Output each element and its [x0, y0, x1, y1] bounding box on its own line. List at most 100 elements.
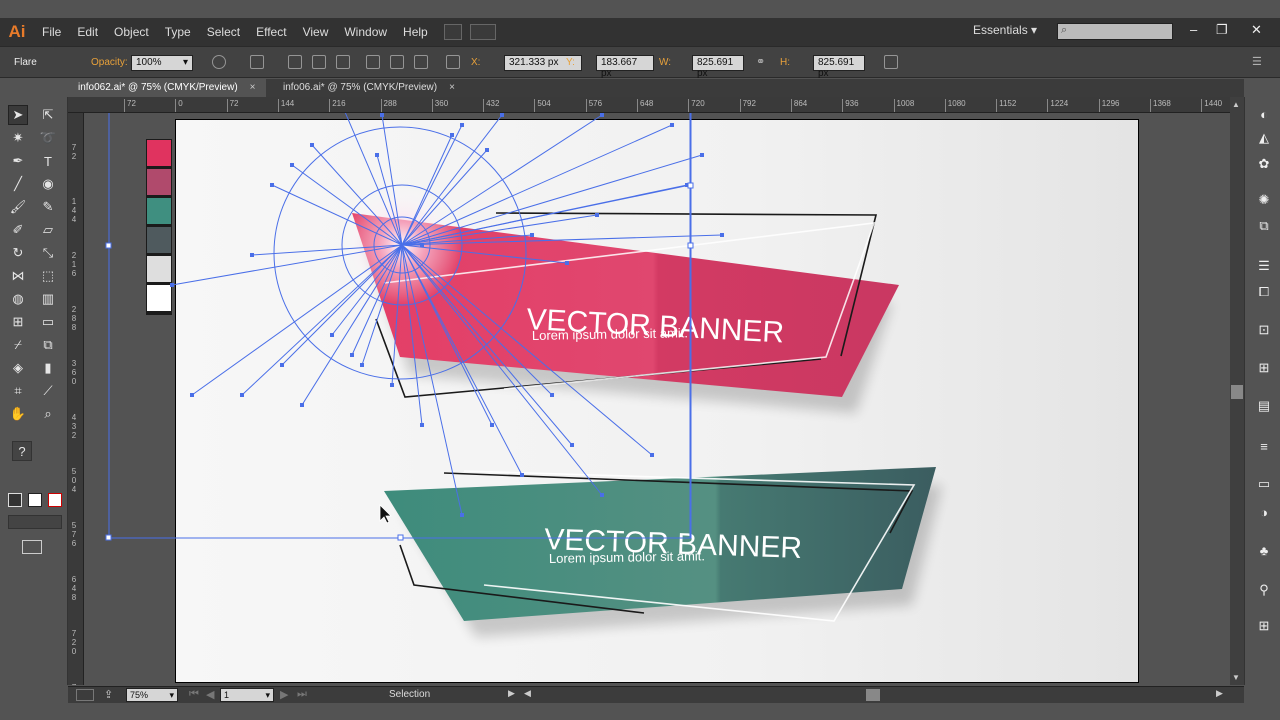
zoom-tool-icon[interactable]: ⌕: [38, 404, 58, 424]
distribute-icon[interactable]: [446, 55, 460, 69]
close-tab-icon[interactable]: ×: [250, 82, 256, 93]
recolor-icon[interactable]: [212, 55, 226, 69]
lasso-tool-icon[interactable]: ➰: [38, 128, 58, 148]
handle-bottom[interactable]: [397, 534, 404, 541]
opacity-field[interactable]: 100% ▾: [131, 55, 193, 71]
menu-edit[interactable]: Edit: [69, 25, 106, 39]
brushes-icon[interactable]: ✺: [1255, 191, 1273, 209]
column-graph-tool-icon[interactable]: ▮: [38, 358, 58, 378]
close-tab-icon[interactable]: ×: [449, 82, 455, 93]
handle-left[interactable]: [105, 242, 112, 249]
isolate-icon[interactable]: [884, 55, 898, 69]
align-bottom-icon[interactable]: [414, 55, 428, 69]
tab-info06[interactable]: info06.ai* @ 75% (CMYK/Preview) ×: [273, 79, 465, 97]
none-swatch[interactable]: [48, 493, 62, 507]
menu-help[interactable]: Help: [395, 25, 436, 39]
y-field[interactable]: 183.667 px: [596, 55, 654, 79]
pencil-tool-icon[interactable]: ✎: [38, 197, 58, 217]
blob-brush-tool-icon[interactable]: ✐: [8, 220, 28, 240]
selection-tool-icon[interactable]: ➤: [8, 105, 28, 125]
handle-right-upper[interactable]: [687, 182, 694, 189]
first-artboard-icon[interactable]: ⏮: [189, 688, 199, 701]
color-panel-icon[interactable]: ◭: [1255, 129, 1273, 147]
arrange-documents-button[interactable]: [469, 24, 496, 40]
handle-right[interactable]: [687, 242, 694, 249]
gradient-panel-icon[interactable]: ▭: [1255, 475, 1273, 493]
close-icon[interactable]: ✕: [1251, 22, 1262, 38]
screen-mode-icon[interactable]: [22, 540, 42, 554]
eraser-tool-icon[interactable]: ▱: [38, 220, 58, 240]
graphic-styles-icon[interactable]: ⚲: [1255, 581, 1273, 599]
restore-icon[interactable]: ❐: [1216, 22, 1228, 38]
canvas-area[interactable]: VECTOR BANNER Lorem ipsum dolor sit amit…: [84, 113, 1230, 685]
flare-tool-icon[interactable]: ◉: [38, 174, 58, 194]
menu-type[interactable]: Type: [157, 25, 199, 39]
help-icon[interactable]: ?: [12, 441, 32, 461]
handle-bottom-left[interactable]: [105, 534, 112, 541]
minimize-icon[interactable]: –: [1190, 22, 1197, 37]
scroll-right-icon[interactable]: ▶: [1216, 688, 1223, 699]
last-artboard-icon[interactable]: ⏭: [297, 688, 307, 701]
align-left-icon[interactable]: [288, 55, 302, 69]
vertical-ruler[interactable]: 72 144 216 288 360 432 504 576 648 720 792: [68, 113, 84, 685]
align-right-icon[interactable]: [336, 55, 350, 69]
menu-window[interactable]: Window: [336, 25, 395, 39]
drawing-modes-icon[interactable]: [8, 515, 62, 529]
mesh-tool-icon[interactable]: ⊞: [8, 312, 28, 332]
artboards-icon[interactable]: ⧠: [1255, 283, 1273, 301]
teal-banner[interactable]: VECTOR BANNER Lorem ipsum dolor sit amit…: [384, 467, 942, 637]
status-menu-icon[interactable]: ▶: [508, 688, 515, 699]
search-input[interactable]: ⌕: [1057, 23, 1173, 40]
direct-selection-tool-icon[interactable]: ⇱: [38, 105, 58, 125]
align-panel-icon[interactable]: ⊞: [1255, 359, 1273, 377]
opacity-label[interactable]: Opacity:: [91, 57, 128, 68]
chart-tool-icon[interactable]: ▥: [38, 289, 58, 309]
vertical-scroll-thumb[interactable]: [1231, 385, 1243, 399]
next-artboard-icon[interactable]: ▶: [280, 688, 288, 701]
transform-icon[interactable]: [250, 55, 264, 69]
libraries-icon[interactable]: ⊞: [1255, 617, 1273, 635]
menu-object[interactable]: Object: [106, 25, 157, 39]
stroke-panel-icon[interactable]: ≡: [1255, 437, 1273, 455]
scroll-down-icon[interactable]: ▼: [1232, 673, 1240, 682]
menu-file[interactable]: File: [34, 25, 69, 39]
color-guide-icon[interactable]: ◐: [1255, 105, 1273, 123]
stroke-swatch[interactable]: [28, 493, 42, 507]
artboard-tool-icon[interactable]: ⌗: [8, 381, 28, 401]
align-center-icon[interactable]: [312, 55, 326, 69]
workspace-switcher[interactable]: Essentials ▾: [973, 23, 1037, 37]
align-middle-icon[interactable]: [390, 55, 404, 69]
constrain-proportions-icon[interactable]: ⚭: [756, 55, 770, 69]
slice-tool-icon[interactable]: ⟋: [38, 381, 58, 401]
share-icon[interactable]: ⇪: [104, 688, 113, 701]
symbols-icon[interactable]: ⧉: [1255, 217, 1273, 235]
paintbrush-tool-icon[interactable]: 🖌: [8, 197, 28, 217]
tab-info062[interactable]: info062.ai* @ 75% (CMYK/Preview) ×: [68, 79, 266, 97]
layers-icon[interactable]: ☰: [1255, 257, 1273, 275]
magic-wand-tool-icon[interactable]: ✷: [8, 128, 28, 148]
scroll-up-icon[interactable]: ▲: [1232, 100, 1240, 109]
rotate-tool-icon[interactable]: ↻: [8, 243, 28, 263]
horizontal-ruler[interactable]: 72 0 72 144 216 288 360 432 504 576 648 720 792 864 93…: [68, 97, 1244, 113]
symbol-sprayer-tool-icon[interactable]: ◈: [8, 358, 28, 378]
artwork-layer[interactable]: VECTOR BANNER Lorem ipsum dolor sit amit…: [84, 113, 1230, 685]
vertical-scrollbar[interactable]: ▲ ▼: [1230, 97, 1244, 685]
transparency-icon[interactable]: ◑: [1255, 503, 1273, 521]
menu-view[interactable]: View: [295, 25, 337, 39]
swatches-icon[interactable]: ✿: [1255, 155, 1273, 173]
transform-panel-icon[interactable]: ⊡: [1255, 321, 1273, 339]
zoom-field[interactable]: 75% ▾: [126, 688, 178, 702]
panel-menu-icon[interactable]: ☰: [1252, 55, 1266, 69]
appearance-icon[interactable]: ♣: [1255, 541, 1273, 559]
eyedropper-tool-icon[interactable]: ⌿: [8, 335, 28, 355]
pathfinder-icon[interactable]: ▤: [1255, 397, 1273, 415]
bridge-button[interactable]: [443, 24, 462, 40]
free-transform-tool-icon[interactable]: ⬚: [38, 266, 58, 286]
h-field[interactable]: 825.691 px: [813, 55, 865, 79]
scale-tool-icon[interactable]: ⤡: [38, 243, 58, 263]
menu-effect[interactable]: Effect: [248, 25, 294, 39]
blend-tool-icon[interactable]: ⧉: [38, 335, 58, 355]
line-tool-icon[interactable]: ╱: [8, 174, 28, 194]
artboard-nav-icon[interactable]: [76, 689, 94, 701]
hand-tool-icon[interactable]: ✋: [8, 404, 28, 424]
